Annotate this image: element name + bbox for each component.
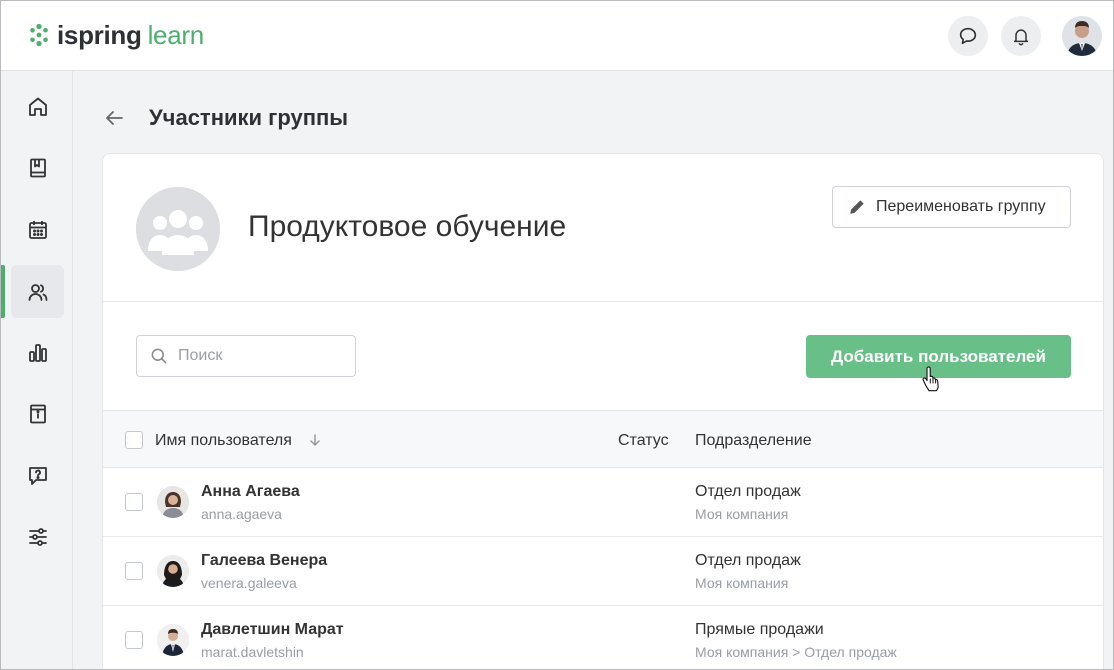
- table-row[interactable]: Галеева Венера venera.galeeva Отдел прод…: [103, 537, 1103, 606]
- user-company: Моя компания: [695, 506, 789, 522]
- rename-group-button[interactable]: Переименовать группу: [832, 186, 1071, 228]
- user-department: Прямые продажи: [695, 621, 824, 638]
- column-header-department[interactable]: Подразделение: [695, 432, 812, 450]
- logo-secondary-text: learn: [147, 20, 205, 50]
- back-button[interactable]: [102, 106, 126, 130]
- profile-avatar[interactable]: [1062, 16, 1102, 56]
- logo-primary-text: ispring: [57, 20, 142, 50]
- sidebar-item-help[interactable]: [11, 449, 64, 502]
- table-row[interactable]: Анна Агаева anna.agaeva Отдел продаж Моя…: [103, 468, 1103, 537]
- user-company: Моя компания > Отдел продаж: [695, 644, 897, 660]
- user-name[interactable]: Давлетшин Марат: [201, 621, 344, 639]
- page-title: Участники группы: [149, 105, 349, 130]
- column-header-status[interactable]: Статус: [618, 432, 669, 450]
- group-placeholder-icon: [136, 187, 220, 271]
- row-checkbox[interactable]: [125, 631, 143, 649]
- group-name: Продуктовое обучение: [248, 210, 567, 243]
- bell-icon: [1014, 29, 1028, 46]
- select-all-checkbox[interactable]: [125, 431, 143, 449]
- user-name[interactable]: Галеева Венера: [201, 552, 327, 570]
- table-header: Имя пользователя Статус Подразделение: [103, 410, 1103, 468]
- help-chat-icon: [28, 466, 47, 485]
- avatar: [157, 555, 189, 587]
- user-department: Отдел продаж: [695, 483, 801, 500]
- app-window: ispring learn Участники группы Продуктов…: [0, 0, 1114, 670]
- user-photo-icon: [157, 555, 189, 587]
- users-icon: [28, 283, 47, 301]
- sidebar-item-calendar[interactable]: [11, 203, 64, 256]
- user-name[interactable]: Анна Агаева: [201, 483, 300, 501]
- group-avatar: [136, 187, 220, 271]
- sidebar-item-settings[interactable]: [11, 510, 64, 563]
- top-header: ispring learn: [1, 1, 1113, 71]
- search-icon: [151, 348, 167, 364]
- row-checkbox[interactable]: [125, 562, 143, 580]
- sidebar-item-users[interactable]: [11, 265, 64, 318]
- chat-bubble-icon: [959, 27, 977, 45]
- hand-cursor-icon: [922, 366, 939, 392]
- pencil-icon: [850, 200, 864, 214]
- info-book-icon: [29, 404, 46, 423]
- user-login: marat.davletshin: [201, 644, 304, 660]
- chat-button[interactable]: [948, 16, 988, 56]
- user-login: venera.galeeva: [201, 575, 297, 591]
- sidebar-nav: [1, 71, 73, 669]
- home-icon: [28, 97, 47, 116]
- sort-arrow-down-icon[interactable]: [308, 433, 322, 447]
- sidebar-item-info[interactable]: [11, 387, 64, 440]
- user-photo-icon: [157, 624, 189, 656]
- search-field[interactable]: [136, 335, 356, 377]
- sliders-icon: [28, 527, 47, 546]
- bar-chart-icon: [28, 343, 47, 362]
- user-photo-icon: [157, 486, 189, 518]
- avatar: [157, 486, 189, 518]
- calendar-icon: [28, 220, 47, 239]
- active-nav-indicator: [1, 265, 5, 318]
- row-checkbox[interactable]: [125, 493, 143, 511]
- column-header-name[interactable]: Имя пользователя: [155, 432, 292, 450]
- logo-mark-icon: [30, 23, 48, 47]
- arrow-left-icon: [106, 111, 123, 125]
- book-icon: [29, 158, 46, 177]
- notifications-button[interactable]: [1001, 16, 1041, 56]
- group-card: Продуктовое обучение Переименовать групп…: [102, 153, 1104, 669]
- user-company: Моя компания: [695, 575, 789, 591]
- rename-group-label: Переименовать группу: [876, 198, 1046, 215]
- table-row[interactable]: Давлетшин Марат marat.davletshin Прямые …: [103, 606, 1103, 669]
- user-photo-icon: [1062, 16, 1102, 56]
- user-department: Отдел продаж: [695, 552, 801, 569]
- sidebar-item-courses[interactable]: [11, 141, 64, 194]
- user-login: anna.agaeva: [201, 506, 282, 522]
- sidebar-item-home[interactable]: [11, 80, 64, 133]
- avatar: [157, 624, 189, 656]
- search-input[interactable]: [178, 347, 348, 365]
- ispring-learn-logo[interactable]: ispring learn: [27, 21, 204, 49]
- section-divider: [103, 301, 1103, 302]
- sidebar-item-reports[interactable]: [11, 326, 64, 379]
